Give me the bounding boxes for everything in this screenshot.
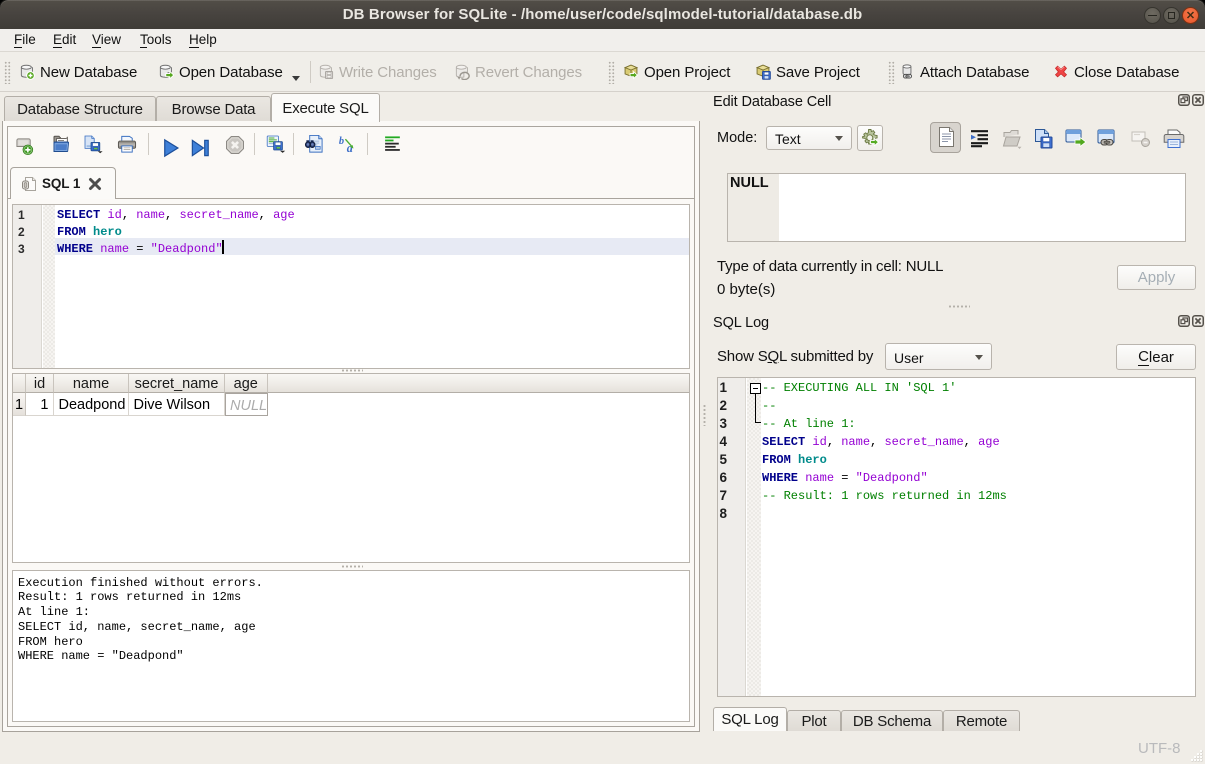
svg-text:b: b [339,136,344,147]
